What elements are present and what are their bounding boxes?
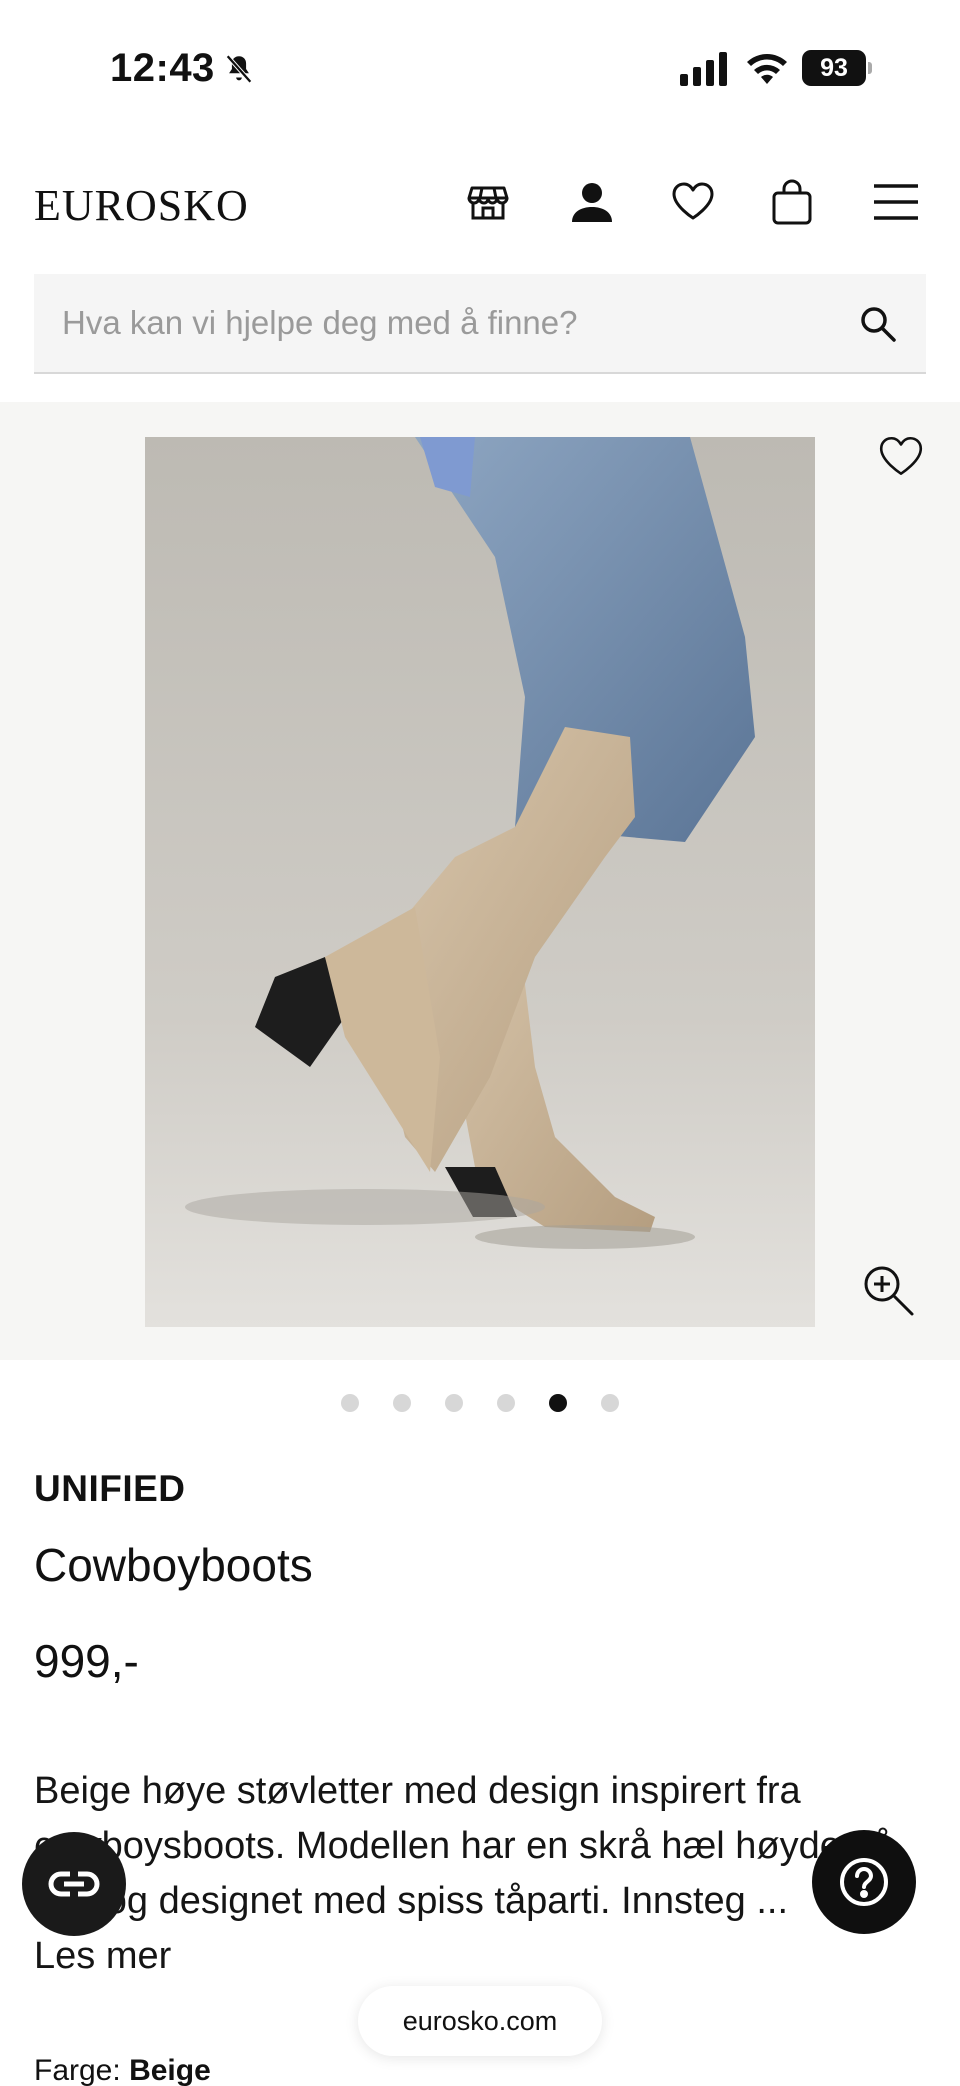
gallery-dot[interactable]: [393, 1394, 411, 1412]
battery-indicator: 93: [802, 50, 872, 86]
account-icon[interactable]: [564, 174, 620, 230]
menu-icon[interactable]: [868, 174, 924, 230]
wifi-icon: [747, 54, 787, 84]
silent-bell-icon: [226, 54, 252, 84]
eurosko-logo[interactable]: EUROSKO: [34, 180, 249, 231]
search-icon[interactable]: [858, 304, 898, 344]
zoom-in-icon[interactable]: [860, 1262, 916, 1318]
gallery-dot[interactable]: [601, 1394, 619, 1412]
color-selection: Farge: Beige: [34, 2054, 211, 2086]
description-line: cm, og designet med spiss tåparti. Innst…: [34, 1880, 789, 1922]
wishlist-heart-icon[interactable]: [665, 174, 721, 230]
browser-url-bar[interactable]: eurosko.com: [358, 1986, 602, 2056]
clock: 12:43: [110, 46, 215, 90]
description-line: cowboysboots. Modellen har en skrå hæl h…: [34, 1825, 894, 1867]
gallery-dot[interactable]: [445, 1394, 463, 1412]
chat-widget-button[interactable]: [22, 1832, 126, 1936]
battery-level: 93: [802, 50, 866, 86]
product-description: Beige høye støvletter med design inspire…: [34, 1764, 934, 1984]
product-name: Cowboyboots: [34, 1539, 313, 1591]
link-icon: [48, 1871, 100, 1897]
status-bar: 12:43 93: [0, 0, 960, 140]
gallery-dot[interactable]: [497, 1394, 515, 1412]
gallery-pagination: [0, 1394, 960, 1414]
product-brand[interactable]: UNIFIED: [34, 1468, 186, 1510]
site-header: EUROSKO: [0, 160, 960, 260]
product-price: 999,-: [34, 1635, 139, 1687]
color-label: Farge:: [34, 2054, 121, 2086]
gallery-dot[interactable]: [341, 1394, 359, 1412]
battery-tip: [868, 62, 872, 74]
search-input[interactable]: Hva kan vi hjelpe deg med å finne?: [34, 274, 926, 374]
gallery-dot-active[interactable]: [549, 1394, 567, 1412]
shopping-bag-icon[interactable]: [764, 174, 820, 230]
product-photo[interactable]: [145, 437, 815, 1327]
product-image-gallery[interactable]: [0, 402, 960, 1360]
cellular-signal-icon: [680, 52, 727, 86]
question-mark-icon: [840, 1858, 888, 1906]
description-line: Beige høye støvletter med design inspire…: [34, 1770, 801, 1812]
search-placeholder: Hva kan vi hjelpe deg med å finne?: [62, 304, 578, 341]
color-value: Beige: [129, 2054, 211, 2086]
add-to-wishlist-icon[interactable]: [876, 432, 926, 482]
read-more-link[interactable]: Les mer: [34, 1929, 934, 1984]
help-button[interactable]: [812, 1830, 916, 1934]
store-icon[interactable]: [460, 174, 516, 230]
